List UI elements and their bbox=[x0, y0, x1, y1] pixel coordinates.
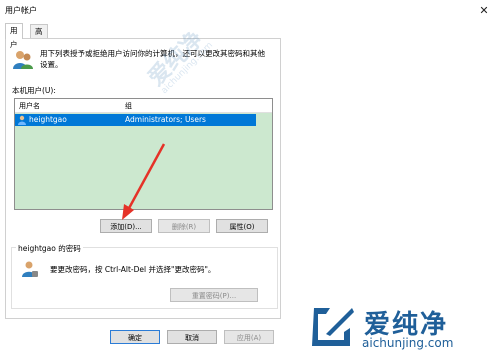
annotation-arrow-icon bbox=[122, 143, 166, 220]
row-username: heightgao bbox=[29, 115, 67, 124]
user-icon bbox=[17, 115, 27, 125]
apply-button[interactable]: 应用(A) bbox=[224, 330, 274, 344]
cancel-button[interactable]: 取消 bbox=[167, 330, 217, 344]
users-list-label: 本机用户(U): bbox=[12, 86, 56, 95]
tab-advanced[interactable]: 高级 bbox=[30, 24, 48, 50]
close-icon[interactable]: ✕ bbox=[476, 3, 492, 19]
watermark-url: aichunjing.com bbox=[362, 336, 454, 350]
column-header-group[interactable]: 组 bbox=[125, 101, 132, 111]
watermark-logo: 爱纯净 aichunjing.com bbox=[300, 298, 500, 355]
title-bar: 用户帐户 ✕ bbox=[0, 0, 500, 22]
user-password-icon bbox=[21, 260, 39, 278]
column-header-username[interactable]: 用户名 bbox=[19, 101, 40, 111]
properties-button[interactable]: 属性(O) bbox=[216, 219, 268, 233]
watermark-logo-icon bbox=[312, 308, 354, 346]
table-row[interactable]: heightgao Administrators; Users bbox=[15, 114, 256, 126]
tab-users[interactable]: 用户 bbox=[5, 23, 23, 49]
password-group-title: heightgao 的密码 bbox=[16, 243, 83, 254]
password-info-text: 要更改密码，按 Ctrl-Alt-Del 并选择"更改密码"。 bbox=[50, 265, 216, 274]
window-title: 用户帐户 bbox=[5, 6, 37, 15]
reset-password-button[interactable]: 重置密码(P)... bbox=[170, 288, 258, 302]
ok-button[interactable]: 确定 bbox=[110, 330, 160, 344]
